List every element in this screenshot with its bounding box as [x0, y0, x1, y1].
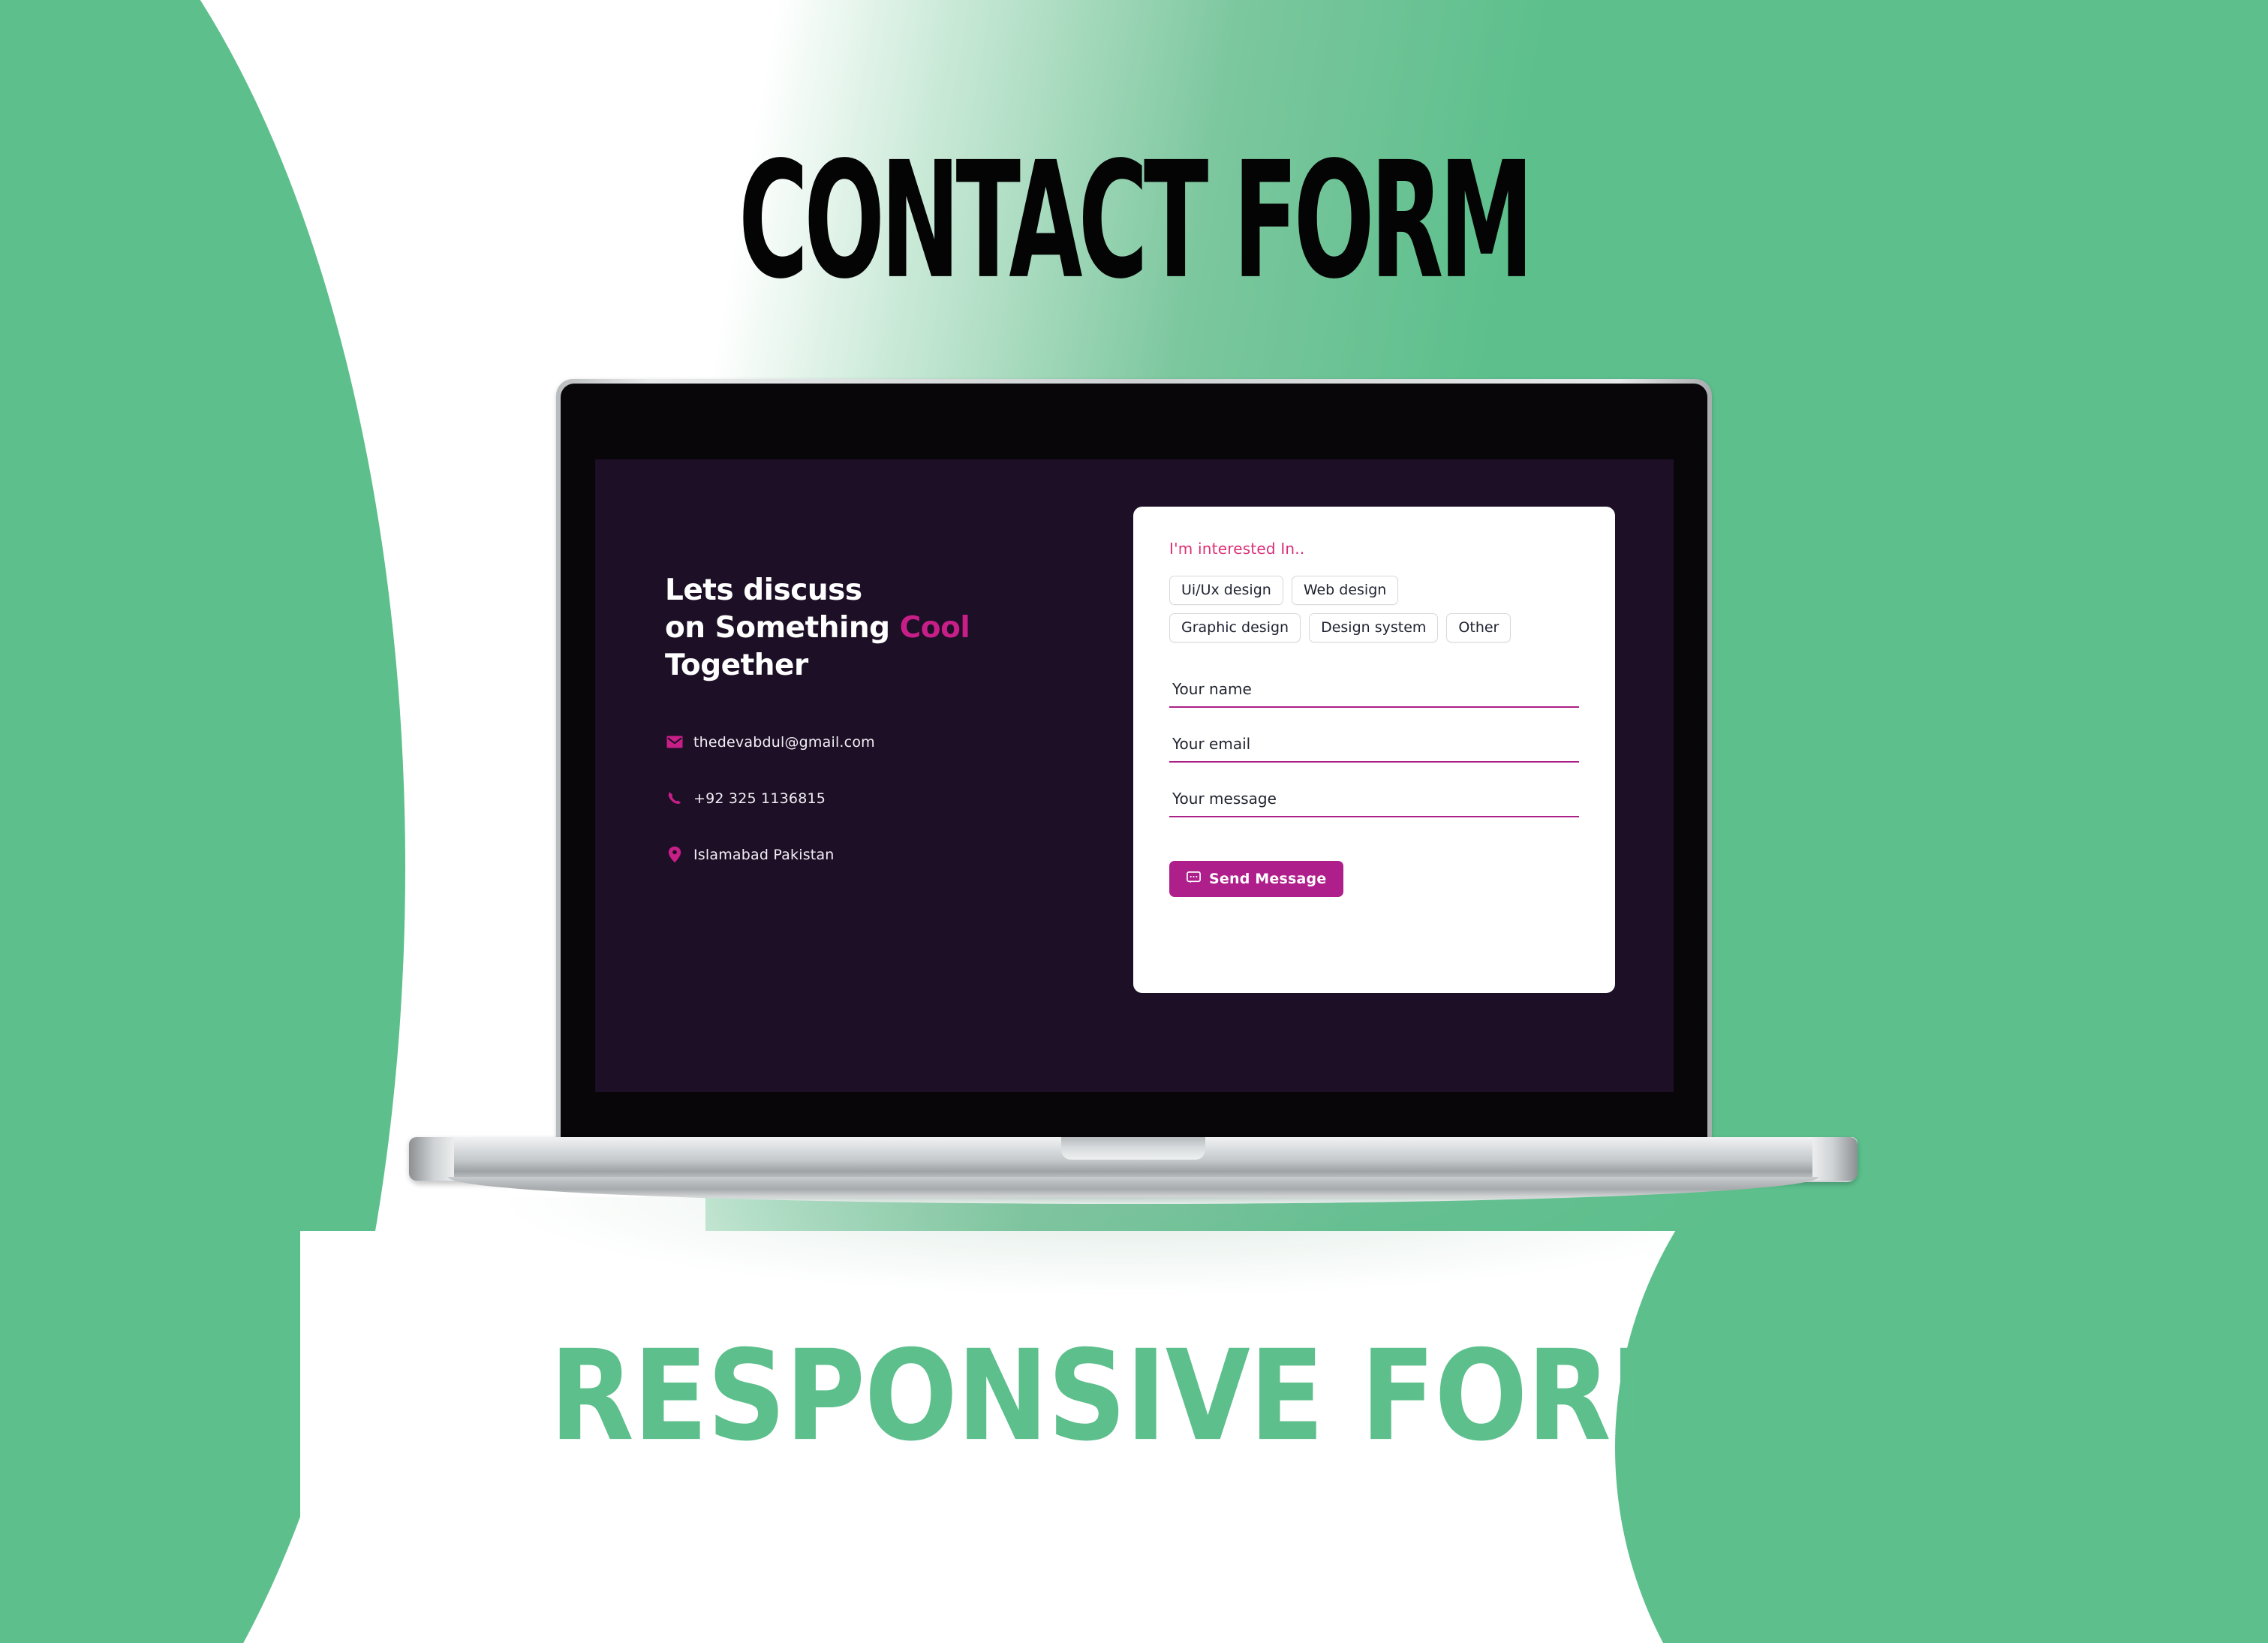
headline: Lets discuss on Something Cool Together	[665, 572, 1100, 685]
contact-location-text: Islamabad Pakistan	[693, 846, 835, 863]
laptop-base-edge-left	[409, 1137, 454, 1181]
form-fields	[1169, 679, 1579, 817]
chip-ui-ux-design[interactable]: Ui/Ux design	[1169, 576, 1283, 605]
contact-phone-text: +92 325 1136815	[693, 790, 826, 807]
envelope-icon	[665, 734, 684, 751]
message-input[interactable]	[1169, 788, 1579, 817]
headline-line-1: Lets discuss	[665, 573, 862, 607]
contact-form-card: I'm interested In.. Ui/Ux design Web des…	[1133, 507, 1615, 993]
laptop-mockup: Lets discuss on Something Cool Together	[409, 379, 1857, 1295]
page-title-top: CONTACT FORM	[738, 128, 1534, 315]
field-email	[1169, 733, 1579, 763]
chip-web-design[interactable]: Web design	[1291, 576, 1399, 605]
headline-line-3: Together	[665, 648, 808, 682]
interest-chip-group: Ui/Ux design Web design Graphic design D…	[1169, 576, 1522, 642]
contact-email-text: thedevabdul@gmail.com	[693, 733, 875, 751]
chip-other[interactable]: Other	[1446, 613, 1511, 642]
contact-list: thedevabdul@gmail.com +92 325 1136815 Is…	[665, 733, 1100, 865]
chip-design-system[interactable]: Design system	[1309, 613, 1439, 642]
contact-row-email[interactable]: thedevabdul@gmail.com	[665, 733, 1100, 752]
poster-canvas: CONTACT FORM Lets discuss on Something C…	[0, 0, 2268, 1643]
send-message-label: Send Message	[1209, 870, 1327, 887]
contact-info-column: Lets discuss on Something Cool Together	[665, 572, 1100, 901]
location-pin-icon	[665, 846, 684, 863]
phone-icon	[665, 790, 684, 807]
headline-line-2a: on Something	[665, 610, 900, 645]
name-input[interactable]	[1169, 679, 1579, 708]
message-bubble-icon	[1187, 871, 1201, 886]
chip-graphic-design[interactable]: Graphic design	[1169, 613, 1301, 642]
email-input[interactable]	[1169, 733, 1579, 763]
headline-accent-word: Cool	[899, 610, 970, 645]
field-message	[1169, 788, 1579, 817]
contact-row-phone[interactable]: +92 325 1136815	[665, 789, 1100, 808]
laptop-screen: Lets discuss on Something Cool Together	[595, 459, 1674, 1092]
page-title-bottom: RESPONSIVE FORM	[549, 1323, 1719, 1470]
laptop-base-notch	[1061, 1137, 1205, 1160]
field-name	[1169, 679, 1579, 708]
laptop-shadow	[507, 1197, 1760, 1295]
send-message-button[interactable]: Send Message	[1169, 861, 1344, 897]
interest-label: I'm interested In..	[1169, 540, 1579, 558]
laptop-base-edge-right	[1812, 1137, 1857, 1181]
contact-row-location[interactable]: Islamabad Pakistan	[665, 845, 1100, 865]
